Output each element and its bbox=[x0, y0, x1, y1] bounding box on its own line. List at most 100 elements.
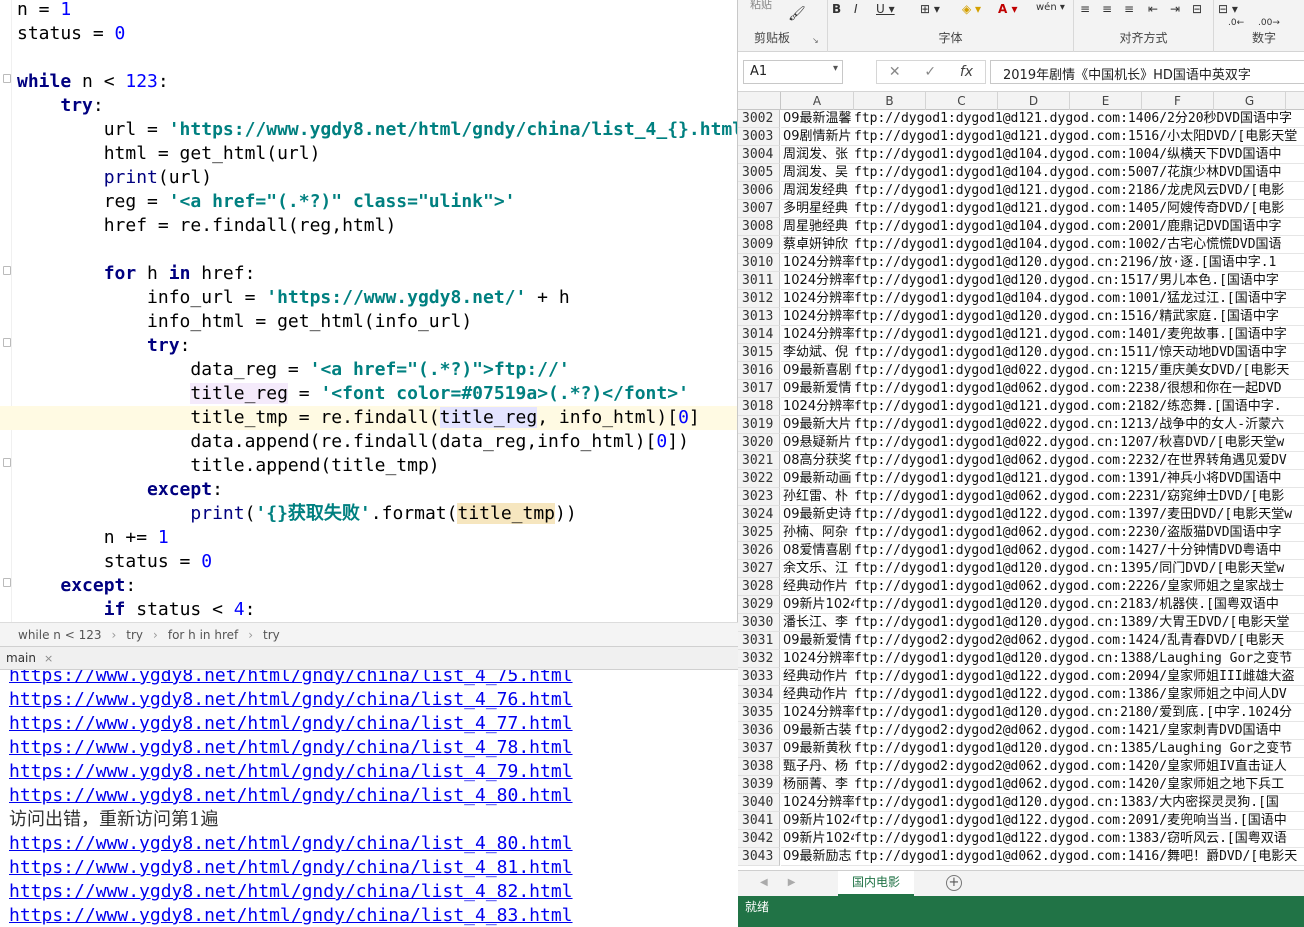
cell-link[interactable]: ftp://dygod1:dygod1@d062.dygod.com:2231/… bbox=[854, 488, 1304, 506]
cell-link[interactable]: ftp://dygod1:dygod1@d122.dygod.com:2094/… bbox=[854, 668, 1304, 686]
console-link[interactable]: https://www.ygdy8.net/html/gndy/china/li… bbox=[9, 880, 573, 904]
cell-link[interactable]: ftp://dygod1:dygod1@d120.dygod.cn:1395/同… bbox=[854, 560, 1304, 578]
enter-icon[interactable]: ✓ bbox=[924, 64, 936, 80]
row-header[interactable]: 3019 bbox=[738, 416, 780, 434]
cell-link[interactable]: ftp://dygod1:dygod1@d121.dygod.com:1401/… bbox=[854, 326, 1304, 344]
cell-link[interactable]: ftp://dygod1:dygod1@d022.dygod.cn:1207/秋… bbox=[854, 434, 1304, 452]
cell-title[interactable]: 余文乐、江 bbox=[781, 560, 854, 578]
select-all-corner[interactable] bbox=[738, 92, 781, 110]
row-header[interactable]: 3039 bbox=[738, 776, 780, 794]
chevron-down-icon[interactable]: ▾ bbox=[833, 63, 838, 74]
cell-link[interactable]: ftp://dygod1:dygod1@d062.dygod.com:1416/… bbox=[854, 848, 1304, 866]
cell-title[interactable]: 1024分辨率 bbox=[781, 794, 854, 812]
cell-link[interactable]: ftp://dygod2:dygod2@d062.dygod.com:1421/… bbox=[854, 722, 1304, 740]
close-icon[interactable]: × bbox=[44, 652, 53, 665]
dialog-launcher-icon[interactable]: ↘ bbox=[812, 36, 819, 45]
row-header[interactable]: 3015 bbox=[738, 344, 780, 362]
cell-link[interactable]: ftp://dygod1:dygod1@d022.dygod.cn:1213/战… bbox=[854, 416, 1304, 434]
cell-title[interactable]: 1024分辨率 bbox=[781, 650, 854, 668]
console-link[interactable]: https://www.ygdy8.net/html/gndy/china/li… bbox=[9, 784, 573, 808]
cell-title[interactable]: 周润发、张 bbox=[781, 146, 854, 164]
cell-title[interactable]: 1024分辨率 bbox=[781, 326, 854, 344]
code-line[interactable]: title_tmp = re.findall(title_reg, info_h… bbox=[0, 406, 737, 430]
cell-title[interactable]: 1024分辨率 bbox=[781, 308, 854, 326]
cell-link[interactable]: ftp://dygod1:dygod1@d104.dygod.com:2001/… bbox=[854, 218, 1304, 236]
format-painter-icon[interactable]: 🖌 bbox=[788, 6, 806, 22]
code-line[interactable] bbox=[17, 46, 737, 70]
code-line[interactable]: reg = '<a href="(.*?)" class="ulink">' bbox=[17, 190, 737, 214]
cell-link[interactable]: ftp://dygod1:dygod1@d120.dygod.cn:2196/放… bbox=[854, 254, 1304, 272]
cell-link[interactable]: ftp://dygod1:dygod1@d120.dygod.cn:1385/L… bbox=[854, 740, 1304, 758]
cell-link[interactable]: ftp://dygod1:dygod1@d121.dygod.com:1516/… bbox=[854, 128, 1304, 146]
decrease-decimal-icon[interactable]: .00→ bbox=[1258, 18, 1280, 28]
row-header[interactable]: 3016 bbox=[738, 362, 780, 380]
row-header[interactable]: 3022 bbox=[738, 470, 780, 488]
row-header[interactable]: 3024 bbox=[738, 506, 780, 524]
cell-link[interactable]: ftp://dygod1:dygod1@d120.dygod.cn:1388/L… bbox=[854, 650, 1304, 668]
cell-link[interactable]: ftp://dygod1:dygod1@d062.dygod.com:2226/… bbox=[854, 578, 1304, 596]
cell-link[interactable]: ftp://dygod2:dygod2@d062.dygod.com:1420/… bbox=[854, 758, 1304, 776]
cell-title[interactable]: 09新片1024 bbox=[781, 596, 854, 614]
column-header[interactable]: C bbox=[926, 92, 998, 110]
insert-function-icon[interactable]: fx bbox=[960, 64, 973, 80]
row-header[interactable]: 3021 bbox=[738, 452, 780, 470]
borders-icon[interactable]: ⊞ ▾ bbox=[920, 2, 940, 16]
cell-link[interactable]: ftp://dygod1:dygod1@d062.dygod.com:1420/… bbox=[854, 776, 1304, 794]
code-line[interactable]: title_reg = '<font color=#07519a>(.*?)</… bbox=[17, 382, 737, 406]
row-header[interactable]: 3020 bbox=[738, 434, 780, 452]
cell-link[interactable]: ftp://dygod1:dygod1@d062.dygod.com:1427/… bbox=[854, 542, 1304, 560]
formula-input[interactable]: 2019年剧情《中国机长》HD国语中英双字 bbox=[990, 60, 1304, 84]
console-link[interactable]: https://www.ygdy8.net/html/gndy/china/li… bbox=[9, 712, 573, 736]
code-line[interactable]: url = 'https://www.ygdy8.net/html/gndy/c… bbox=[17, 118, 737, 142]
cell-title[interactable]: 08爱情喜剧 bbox=[781, 542, 854, 560]
cell-title[interactable]: 09最新古装 bbox=[781, 722, 854, 740]
code-line[interactable]: except: bbox=[17, 478, 737, 502]
row-header[interactable]: 3007 bbox=[738, 200, 780, 218]
cell-title[interactable]: 多明星经典 bbox=[781, 200, 854, 218]
fold-marker[interactable] bbox=[3, 458, 11, 467]
row-header[interactable]: 3032 bbox=[738, 650, 780, 668]
cell-link[interactable]: ftp://dygod1:dygod1@d121.dygod.com:1406/… bbox=[854, 110, 1304, 128]
cell-link[interactable]: ftp://dygod1:dygod1@d121.dygod.com:2182/… bbox=[854, 398, 1304, 416]
row-header[interactable]: 3014 bbox=[738, 326, 780, 344]
decrease-indent-icon[interactable]: ⇤ bbox=[1148, 2, 1158, 16]
row-header[interactable]: 3029 bbox=[738, 596, 780, 614]
console-link[interactable]: https://www.ygdy8.net/html/gndy/china/li… bbox=[9, 832, 573, 856]
bold-button[interactable]: B bbox=[832, 2, 841, 16]
cell-title[interactable]: 09新片1024 bbox=[781, 830, 854, 848]
code-line[interactable]: data.append(re.findall(data_reg,info_htm… bbox=[17, 430, 737, 454]
row-header[interactable]: 3028 bbox=[738, 578, 780, 596]
cell-title[interactable]: 经典动作片 bbox=[781, 578, 854, 596]
merge-cells-icon[interactable]: ⊟ bbox=[1192, 2, 1202, 16]
cell-title[interactable]: 杨丽菁、李 bbox=[781, 776, 854, 794]
cell-link[interactable]: ftp://dygod2:dygod2@d062.dygod.com:1424/… bbox=[854, 632, 1304, 650]
cell-link[interactable]: ftp://dygod1:dygod1@d122.dygod.com:2091/… bbox=[854, 812, 1304, 830]
run-tab-main[interactable]: main bbox=[6, 651, 36, 665]
cell-title[interactable]: 1024分辨率 bbox=[781, 254, 854, 272]
breadcrumb-item[interactable]: while n < 123 bbox=[18, 628, 101, 642]
cell-title[interactable]: 甄子丹、杨 bbox=[781, 758, 854, 776]
row-header[interactable]: 3042 bbox=[738, 830, 780, 848]
cell-link[interactable]: ftp://dygod1:dygod1@d122.dygod.com:1386/… bbox=[854, 686, 1304, 704]
fill-color-icon[interactable]: ◈ ▾ bbox=[962, 2, 981, 16]
cell-link[interactable]: ftp://dygod1:dygod1@d120.dygod.cn:1511/惊… bbox=[854, 344, 1304, 362]
increase-decimal-icon[interactable]: .0← bbox=[1228, 18, 1244, 28]
console-link[interactable]: https://www.ygdy8.net/html/gndy/china/li… bbox=[9, 760, 573, 784]
paste-button[interactable]: 粘贴 bbox=[750, 0, 772, 12]
code-line[interactable]: href = re.findall(reg,html) bbox=[17, 214, 737, 238]
align-left-icon[interactable]: ≡ bbox=[1080, 2, 1090, 16]
cell-link[interactable]: ftp://dygod1:dygod1@d104.dygod.com:1002/… bbox=[854, 236, 1304, 254]
cell-title[interactable]: 09剧情新片 bbox=[781, 128, 854, 146]
row-header[interactable]: 3018 bbox=[738, 398, 780, 416]
row-header[interactable]: 3010 bbox=[738, 254, 780, 272]
underline-button[interactable]: U ▾ bbox=[876, 2, 895, 16]
fold-marker[interactable] bbox=[3, 74, 11, 83]
cell-link[interactable]: ftp://dygod1:dygod1@d120.dygod.cn:1383/大… bbox=[854, 794, 1304, 812]
column-header[interactable]: D bbox=[998, 92, 1070, 110]
code-line[interactable]: n += 1 bbox=[17, 526, 737, 550]
row-header[interactable]: 3041 bbox=[738, 812, 780, 830]
row-header[interactable]: 3043 bbox=[738, 848, 780, 866]
phonetic-icon[interactable]: wén ▾ bbox=[1036, 2, 1065, 13]
code-line[interactable] bbox=[17, 238, 737, 262]
cell-link[interactable]: ftp://dygod1:dygod1@d104.dygod.com:1001/… bbox=[854, 290, 1304, 308]
